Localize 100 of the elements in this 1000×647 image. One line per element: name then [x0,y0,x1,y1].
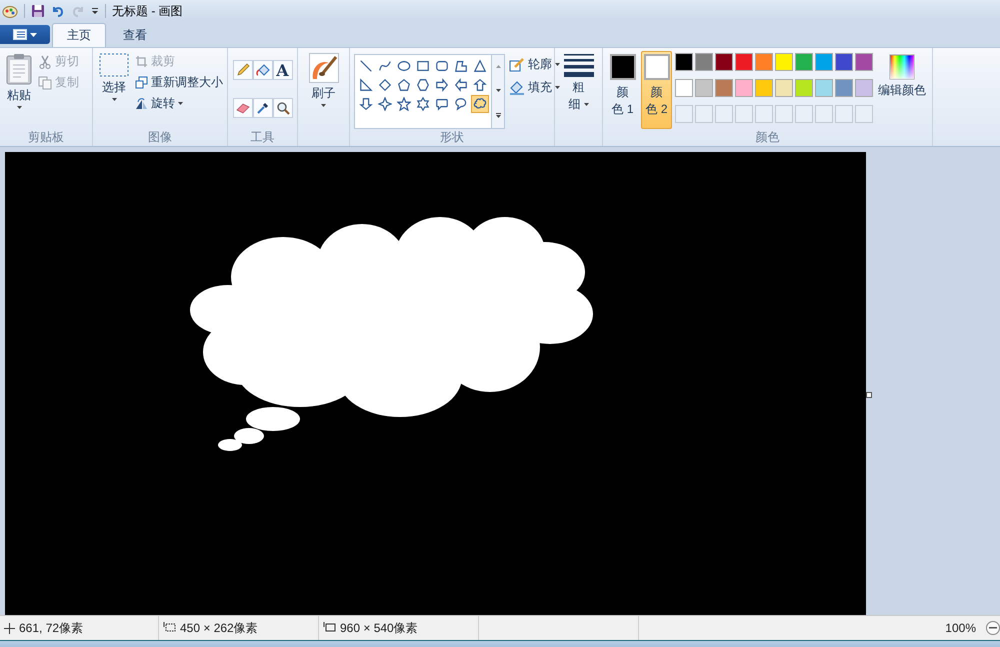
color-swatch[interactable] [695,79,713,97]
customize-caret-icon[interactable] [91,7,99,15]
empty-color-slot[interactable] [735,105,753,123]
selection-size-icon [163,622,176,634]
canvas-size-icon [323,622,336,634]
pentagon-tool-icon[interactable] [395,76,413,94]
color-swatch[interactable] [795,53,813,71]
color-swatch[interactable] [715,79,733,97]
caret-icon [16,106,22,109]
text-tool-button[interactable]: A [272,60,292,80]
color-swatch[interactable] [815,79,833,97]
color-selector-button[interactable]: 颜 色 2 [641,51,672,129]
dashed-rectangle-icon [99,53,129,77]
right-triangle-tool-icon[interactable] [357,76,375,94]
color-swatch[interactable] [815,53,833,71]
caret-icon [555,86,560,89]
hexagon-tool-icon[interactable] [414,76,432,94]
resize-icon [135,76,148,89]
undo-icon[interactable] [51,4,65,18]
resize-handle[interactable] [866,392,872,398]
empty-color-slot[interactable] [835,105,853,123]
color-swatch[interactable] [715,53,733,71]
crop-icon [135,55,148,68]
fill-tool-button[interactable] [252,60,272,80]
color-swatch[interactable] [735,79,753,97]
up-arrow-tool-icon[interactable] [471,76,489,94]
color-swatch[interactable] [735,53,753,71]
paint-bucket-icon [256,63,270,77]
color-swatch[interactable] [795,79,813,97]
diamond-tool-icon[interactable] [376,76,394,94]
rotate-button[interactable]: 旋转 [135,95,223,112]
color-swatch[interactable] [775,53,793,71]
scissors-icon [38,54,52,68]
empty-color-slot[interactable] [795,105,813,123]
empty-color-slot[interactable] [755,105,773,123]
magnifier-button[interactable] [272,98,292,118]
color-swatch[interactable] [835,53,853,71]
empty-color-slot[interactable] [675,105,693,123]
cursor-position-icon [4,622,15,634]
brushes-button[interactable]: 刷子 [306,51,340,129]
color-spectrum-icon [889,54,915,80]
four-point-star-tool-icon[interactable] [376,95,394,113]
right-arrow-tool-icon[interactable] [433,76,451,94]
clipboard-icon [6,53,32,85]
color-swatch[interactable] [755,79,773,97]
fill-button[interactable]: 填充 [509,79,560,96]
color-swatch[interactable] [855,79,873,97]
save-icon[interactable] [31,4,45,18]
zoom-out-button[interactable] [986,621,1000,635]
canvas-size: 960 × 540像素 [340,620,418,636]
size-button[interactable]: 粗 细 [562,51,596,129]
five-point-star-tool-icon[interactable] [395,95,413,113]
color-swatch[interactable] [755,53,773,71]
zoom-level: 100% [945,621,976,635]
six-point-star-tool-icon[interactable] [414,95,432,113]
ribbon-tab[interactable]: 主页 [52,23,106,47]
empty-color-slot[interactable] [855,105,873,123]
group-label: 颜色 [754,129,780,146]
select-button[interactable]: 选择 [97,51,131,129]
scroll-up-icon[interactable] [496,65,500,68]
color-swatch[interactable] [695,53,713,71]
paintbrush-icon [308,53,338,83]
color-selector-button[interactable]: 颜 色 1 [607,51,638,129]
window-title: 无标题 - 画图 [112,2,183,20]
pencil-button[interactable] [232,60,252,80]
paste-button[interactable]: 粘贴 [4,51,34,129]
edit-colors-button[interactable]: 编辑颜色 [876,51,928,129]
group-label: 形状 [439,129,465,146]
expand-gallery-icon[interactable] [496,112,500,118]
outline-pencil-icon [509,56,525,72]
minus-icon [989,627,997,629]
empty-color-slot[interactable] [695,105,713,123]
ribbon-tab[interactable]: 查看 [108,23,162,47]
outline-button[interactable]: 轮廓 [509,56,560,73]
left-arrow-tool-icon[interactable] [452,76,470,94]
color-swatch[interactable] [675,79,693,97]
pencil-icon [236,63,250,77]
color-swatch[interactable] [775,79,793,97]
scroll-down-icon[interactable] [496,88,500,92]
empty-color-slot[interactable] [815,105,833,123]
line-width-icon [564,53,594,77]
resize-button[interactable]: 重新调整大小 [135,74,223,91]
down-arrow-tool-icon[interactable] [357,95,375,113]
caret-icon [321,104,326,107]
color-swatch[interactable] [675,53,693,71]
empty-color-slot[interactable] [715,105,733,123]
eraser-icon [236,100,250,114]
color-swatch[interactable] [855,53,873,71]
menu-icon [13,29,27,40]
cloud-callout-tool-icon[interactable] [471,95,489,113]
group-label: 工具 [250,129,276,146]
triangle-tool-icon[interactable] [471,57,489,75]
color-swatch[interactable] [835,79,853,97]
magnifier-icon [276,100,290,114]
color-picker-button[interactable] [252,98,272,118]
eraser-button[interactable] [232,98,252,118]
paint-menu-button[interactable] [0,25,50,44]
fill-bucket-icon [509,80,525,96]
empty-color-slot[interactable] [775,105,793,123]
copy-icon [38,76,52,90]
